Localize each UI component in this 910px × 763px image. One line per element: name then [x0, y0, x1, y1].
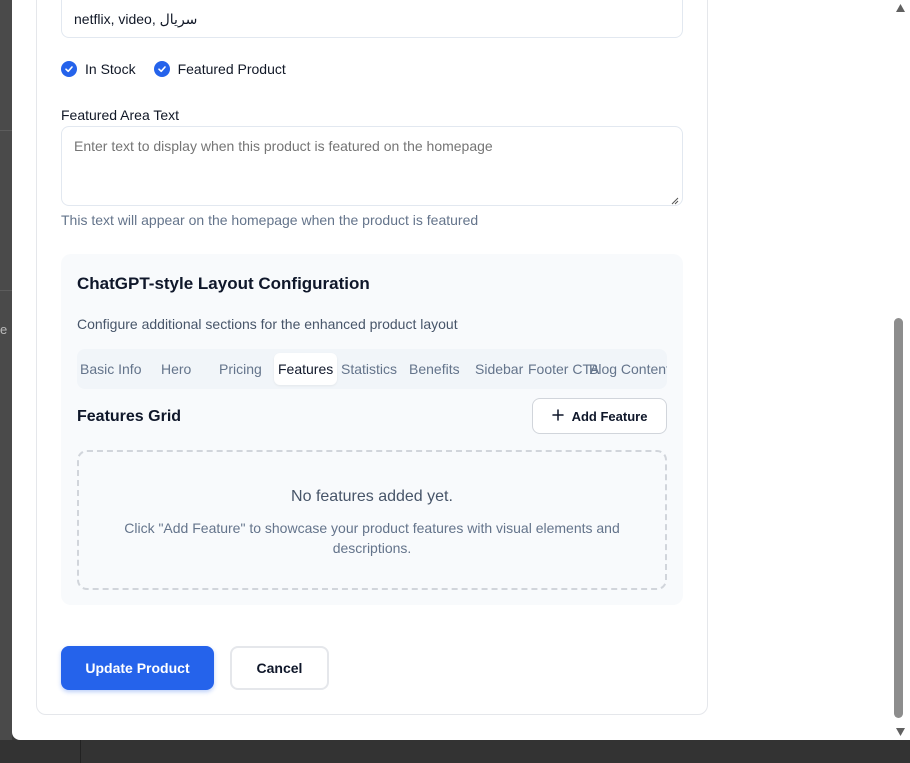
empty-state-title: No features added yet.: [291, 488, 453, 505]
backdrop-glyph: e: [0, 322, 8, 337]
resize-grip-icon[interactable]: [669, 192, 679, 210]
tags-input[interactable]: netflix, video, سريال: [61, 0, 683, 38]
tab-pricing[interactable]: Pricing: [219, 353, 262, 385]
check-icon[interactable]: [153, 61, 170, 77]
tab-benefits[interactable]: Benefits: [409, 353, 460, 385]
tab-blog-content[interactable]: Blog Content: [589, 353, 667, 385]
plus-icon: [551, 408, 564, 424]
tab-basic-info[interactable]: Basic Info: [80, 353, 141, 385]
add-feature-label: Add Feature: [571, 408, 648, 424]
tab-hero[interactable]: Hero: [161, 353, 191, 385]
backdrop-divider: [80, 740, 81, 763]
add-feature-button[interactable]: Add Feature: [532, 398, 667, 434]
checkbox-label: In Stock: [85, 61, 136, 77]
featured-product-checkbox[interactable]: Featured Product: [153, 61, 286, 77]
checkbox-group: In Stock Featured Product: [61, 61, 286, 77]
layout-config-panel: ChatGPT-style Layout Configuration Confi…: [61, 254, 683, 605]
arrow-up-icon[interactable]: [895, 0, 906, 18]
tab-sidebar[interactable]: Sidebar: [475, 353, 523, 385]
featured-text-textarea[interactable]: [61, 126, 683, 206]
backdrop-left: e: [0, 0, 12, 763]
check-icon[interactable]: [61, 61, 77, 77]
featured-text-label: Featured Area Text: [61, 107, 180, 123]
edit-product-modal: netflix, video, سريال In Stock Featured …: [12, 0, 910, 740]
tab-features[interactable]: Features: [274, 353, 338, 385]
layout-config-description: Configure additional sections for the en…: [77, 316, 458, 332]
tab-statistics[interactable]: Statistics: [341, 353, 397, 385]
checkbox-label: Featured Product: [177, 61, 286, 77]
scrollbar[interactable]: [890, 0, 910, 740]
arrow-down-icon[interactable]: [895, 724, 906, 742]
features-empty-state: No features added yet. Click "Add Featur…: [77, 450, 667, 590]
empty-state-description: Click "Add Feature" to showcase your pro…: [124, 520, 620, 556]
features-grid-title: Features Grid: [77, 408, 182, 425]
backdrop-bottom: [0, 740, 910, 763]
cancel-button[interactable]: Cancel: [230, 646, 329, 690]
backdrop-divider: [0, 130, 12, 131]
update-product-button[interactable]: Update Product: [61, 646, 214, 690]
in-stock-checkbox[interactable]: In Stock: [61, 61, 136, 77]
layout-config-title: ChatGPT-style Layout Configuration: [77, 274, 370, 293]
backdrop-divider: [0, 290, 12, 291]
featured-text-help: This text will appear on the homepage wh…: [61, 212, 479, 228]
layout-tabs: Basic Info Hero Pricing Features Statist…: [77, 349, 667, 389]
scrollbar-thumb[interactable]: [894, 318, 903, 718]
